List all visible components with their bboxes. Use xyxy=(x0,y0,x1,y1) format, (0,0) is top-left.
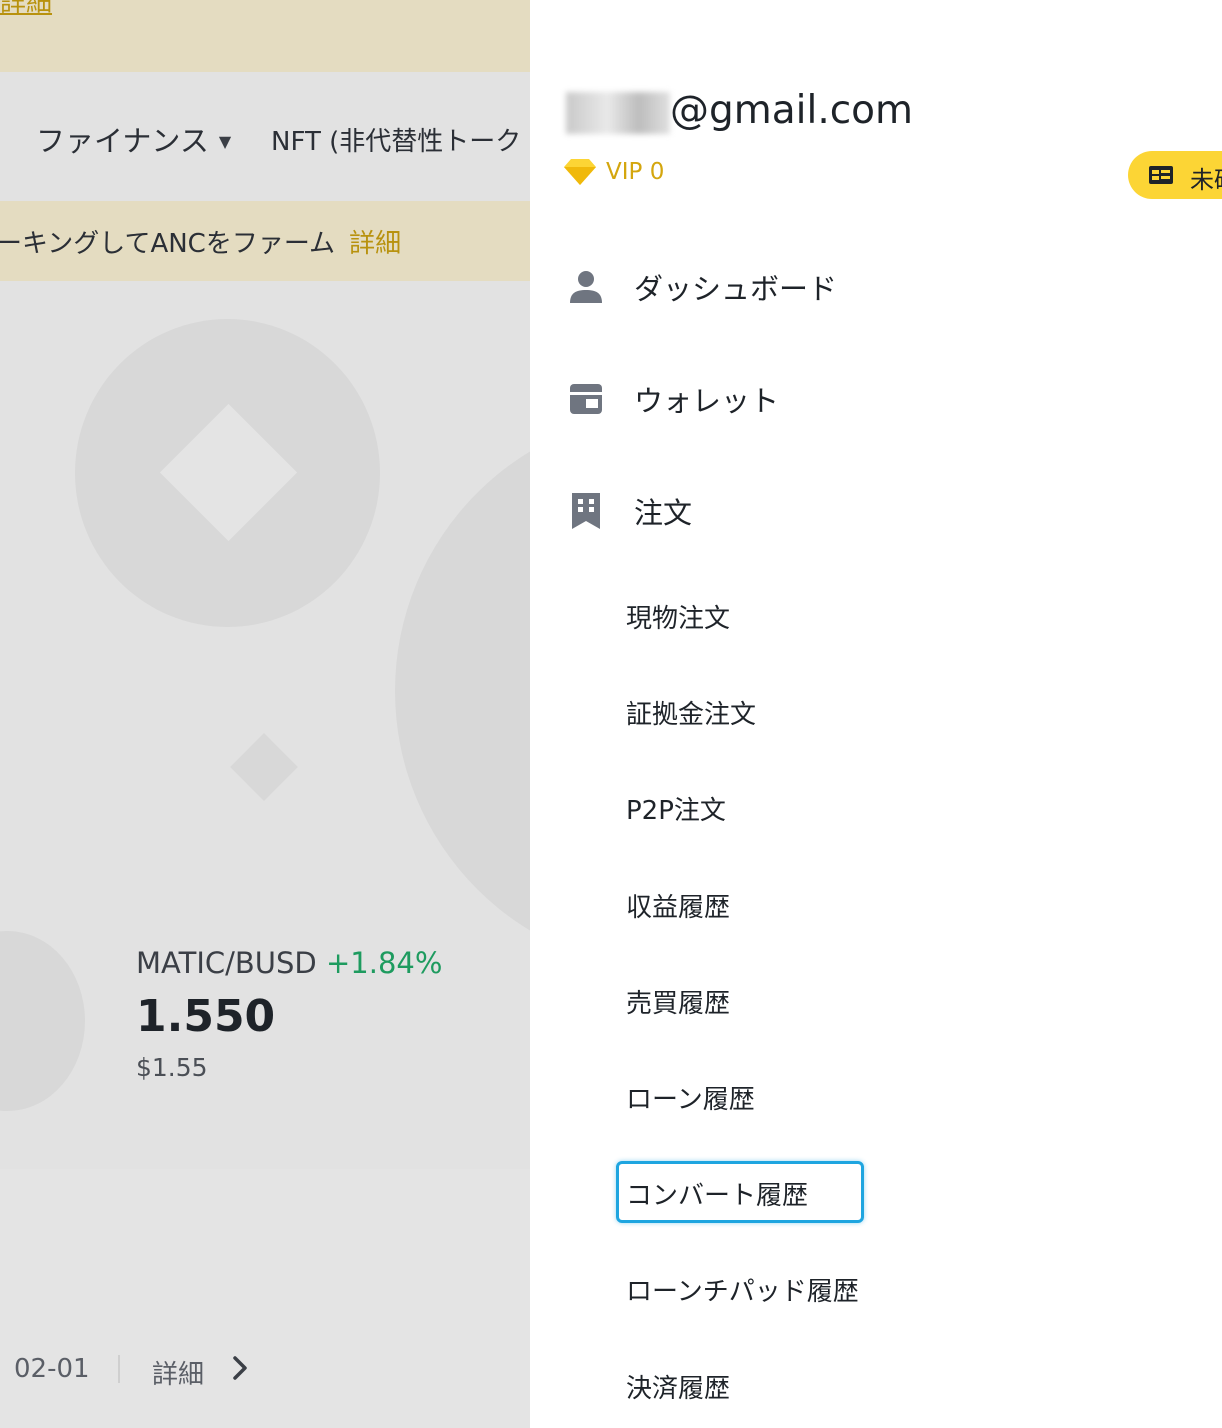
wallet-icon xyxy=(566,379,606,419)
nav-finance[interactable]: ファイナンス ▼ xyxy=(36,118,231,160)
ticker-change: +1.84% xyxy=(325,946,443,980)
partial-coin-decoration-icon xyxy=(0,931,85,1111)
promo-message: ーキングしてANCをファーム xyxy=(0,229,336,259)
menu-item-orders[interactable]: 注文 xyxy=(566,490,692,532)
ticker-price: 1.550 xyxy=(136,991,276,1042)
vip-badge[interactable]: VIP 0 xyxy=(562,158,664,186)
verification-status-label: 未確 xyxy=(1190,166,1222,194)
user-icon xyxy=(566,267,606,307)
caret-down-icon: ▼ xyxy=(218,132,232,151)
submenu-loan-history[interactable]: ローン履歴 xyxy=(626,1079,755,1116)
menu-item-dashboard[interactable]: ダッシュボード xyxy=(566,266,837,308)
diamond-icon xyxy=(564,159,596,185)
nav-finance-label: ファイナンス xyxy=(36,124,209,158)
small-diamond-decoration-icon xyxy=(230,733,298,801)
main-nav: ファイナンス ▼ NFT (非代替性トーク xyxy=(0,72,530,201)
hero-section: MATIC/BUSD +1.84% 1.550 $1.55 xyxy=(0,281,530,1169)
large-coin-decoration-icon xyxy=(395,411,530,971)
submenu-margin-orders[interactable]: 証拠金注文 xyxy=(626,694,756,731)
email-masked-prefix xyxy=(566,92,670,134)
top-announcement-banner: 詳細 xyxy=(0,0,530,72)
menu-item-wallet[interactable]: ウォレット xyxy=(566,378,779,420)
news-detail-link[interactable]: 詳細 xyxy=(152,1354,204,1391)
ticker-pair-name: MATIC/BUSD xyxy=(136,946,317,980)
account-drawer: @gmail.com VIP 0 未確 ダッシュボード xyxy=(530,0,1222,1428)
submenu-spot-orders[interactable]: 現物注文 xyxy=(626,598,730,635)
top-banner-detail-link[interactable]: 詳細 xyxy=(0,0,52,19)
menu-item-label: ウォレット xyxy=(634,384,780,418)
submenu-payment-history[interactable]: 決済履歴 xyxy=(626,1368,730,1405)
divider xyxy=(118,1355,120,1383)
receipt-icon xyxy=(566,491,606,531)
submenu-earn-history[interactable]: 収益履歴 xyxy=(626,887,730,924)
submenu-convert-history[interactable]: コンバート履歴 xyxy=(626,1175,808,1212)
chevron-right-icon[interactable] xyxy=(232,1355,248,1385)
verification-status-button[interactable]: 未確 xyxy=(1128,151,1222,199)
ticker-pair[interactable]: MATIC/BUSD +1.84% xyxy=(136,946,442,980)
vip-level: VIP 0 xyxy=(606,159,665,185)
submenu-trade-history[interactable]: 売買履歴 xyxy=(626,983,730,1020)
news-date: 02-01 xyxy=(14,1354,90,1384)
submenu-p2p-orders[interactable]: P2P注文 xyxy=(626,790,726,827)
menu-item-label: 注文 xyxy=(634,496,693,530)
account-email: @gmail.com xyxy=(670,88,914,133)
nav-nft[interactable]: NFT (非代替性トーク xyxy=(271,121,521,158)
menu-item-label: ダッシュボード xyxy=(634,272,838,306)
promo-text: ーキングしてANCをファーム 詳細 xyxy=(0,223,401,260)
promo-banner: ーキングしてANCをファーム 詳細 xyxy=(0,201,530,281)
promo-detail-link[interactable]: 詳細 xyxy=(349,229,401,259)
news-strip: 02-01 詳細 xyxy=(0,1169,530,1428)
background-page: 詳細 ファイナンス ▼ NFT (非代替性トーク ーキングしてANCをファーム 詳細… xyxy=(0,0,530,1428)
ticker-usd-price: $1.55 xyxy=(136,1053,208,1082)
id-card-icon xyxy=(1148,164,1174,190)
submenu-launchpad-history[interactable]: ローンチパッド履歴 xyxy=(626,1271,859,1308)
